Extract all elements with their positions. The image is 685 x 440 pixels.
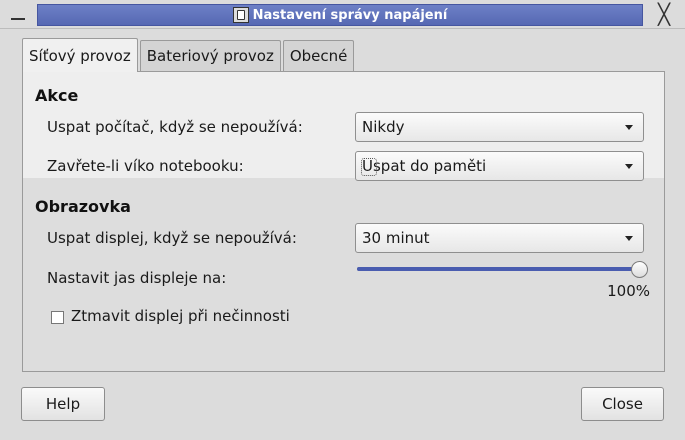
tab-general[interactable]: Obecné [282, 40, 355, 71]
dropdown-value: Nikdy [362, 118, 405, 136]
power-manager-icon [232, 7, 249, 23]
dim-display-checkbox[interactable] [51, 311, 64, 324]
tab-battery[interactable]: Bateriový provoz [139, 40, 281, 71]
minimize-button[interactable] [8, 8, 30, 20]
brightness-label: Nastavit jas displeje na: [47, 269, 227, 287]
tab-bar: Síťový provoz Bateriový provoz Obecné [22, 38, 356, 72]
help-button[interactable]: Help [21, 387, 105, 421]
slider-handle[interactable] [631, 261, 648, 278]
tab-label: Obecné [289, 47, 348, 65]
close-button-label: Close [602, 395, 643, 413]
dim-display-label[interactable]: Ztmavit displej při nečinnosti [71, 307, 290, 325]
window-title: Nastavení správy napájení [252, 7, 448, 23]
window-titlebar: Nastavení správy napájení ╳ [0, 0, 685, 29]
brightness-value: 100% [607, 282, 650, 300]
brightness-slider[interactable] [357, 261, 648, 278]
sleep-computer-label: Uspat počítač, když se nepoužívá: [47, 118, 303, 136]
chevron-down-icon [625, 124, 633, 130]
section-display-heading: Obrazovka [35, 197, 131, 216]
help-button-label: Help [45, 395, 81, 413]
close-button[interactable]: Close [581, 387, 664, 421]
chevron-down-icon [625, 163, 633, 169]
dropdown-value: 30 minut [362, 229, 430, 247]
close-icon[interactable]: ╳ [653, 3, 675, 25]
lid-close-dropdown[interactable]: Uspat do paměti [355, 151, 644, 181]
tab-network[interactable]: Síťový provoz [22, 38, 138, 72]
sleep-computer-dropdown[interactable]: Nikdy [355, 112, 644, 142]
dropdown-value: Uspat do paměti [362, 157, 487, 175]
section-actions-heading: Akce [35, 86, 79, 105]
sleep-display-dropdown[interactable]: 30 minut [355, 223, 644, 253]
chevron-down-icon [625, 235, 633, 241]
sleep-display-label: Uspat displej, když se nepoužívá: [47, 229, 297, 247]
window-title-bar: Nastavení správy napájení [37, 4, 643, 26]
mouse-cursor-icon [361, 158, 377, 176]
lid-close-label: Zavřete-li víko notebooku: [47, 157, 244, 175]
tab-label: Bateriový provoz [146, 47, 274, 65]
slider-fill [357, 267, 639, 271]
tab-label: Síťový provoz [29, 46, 131, 65]
